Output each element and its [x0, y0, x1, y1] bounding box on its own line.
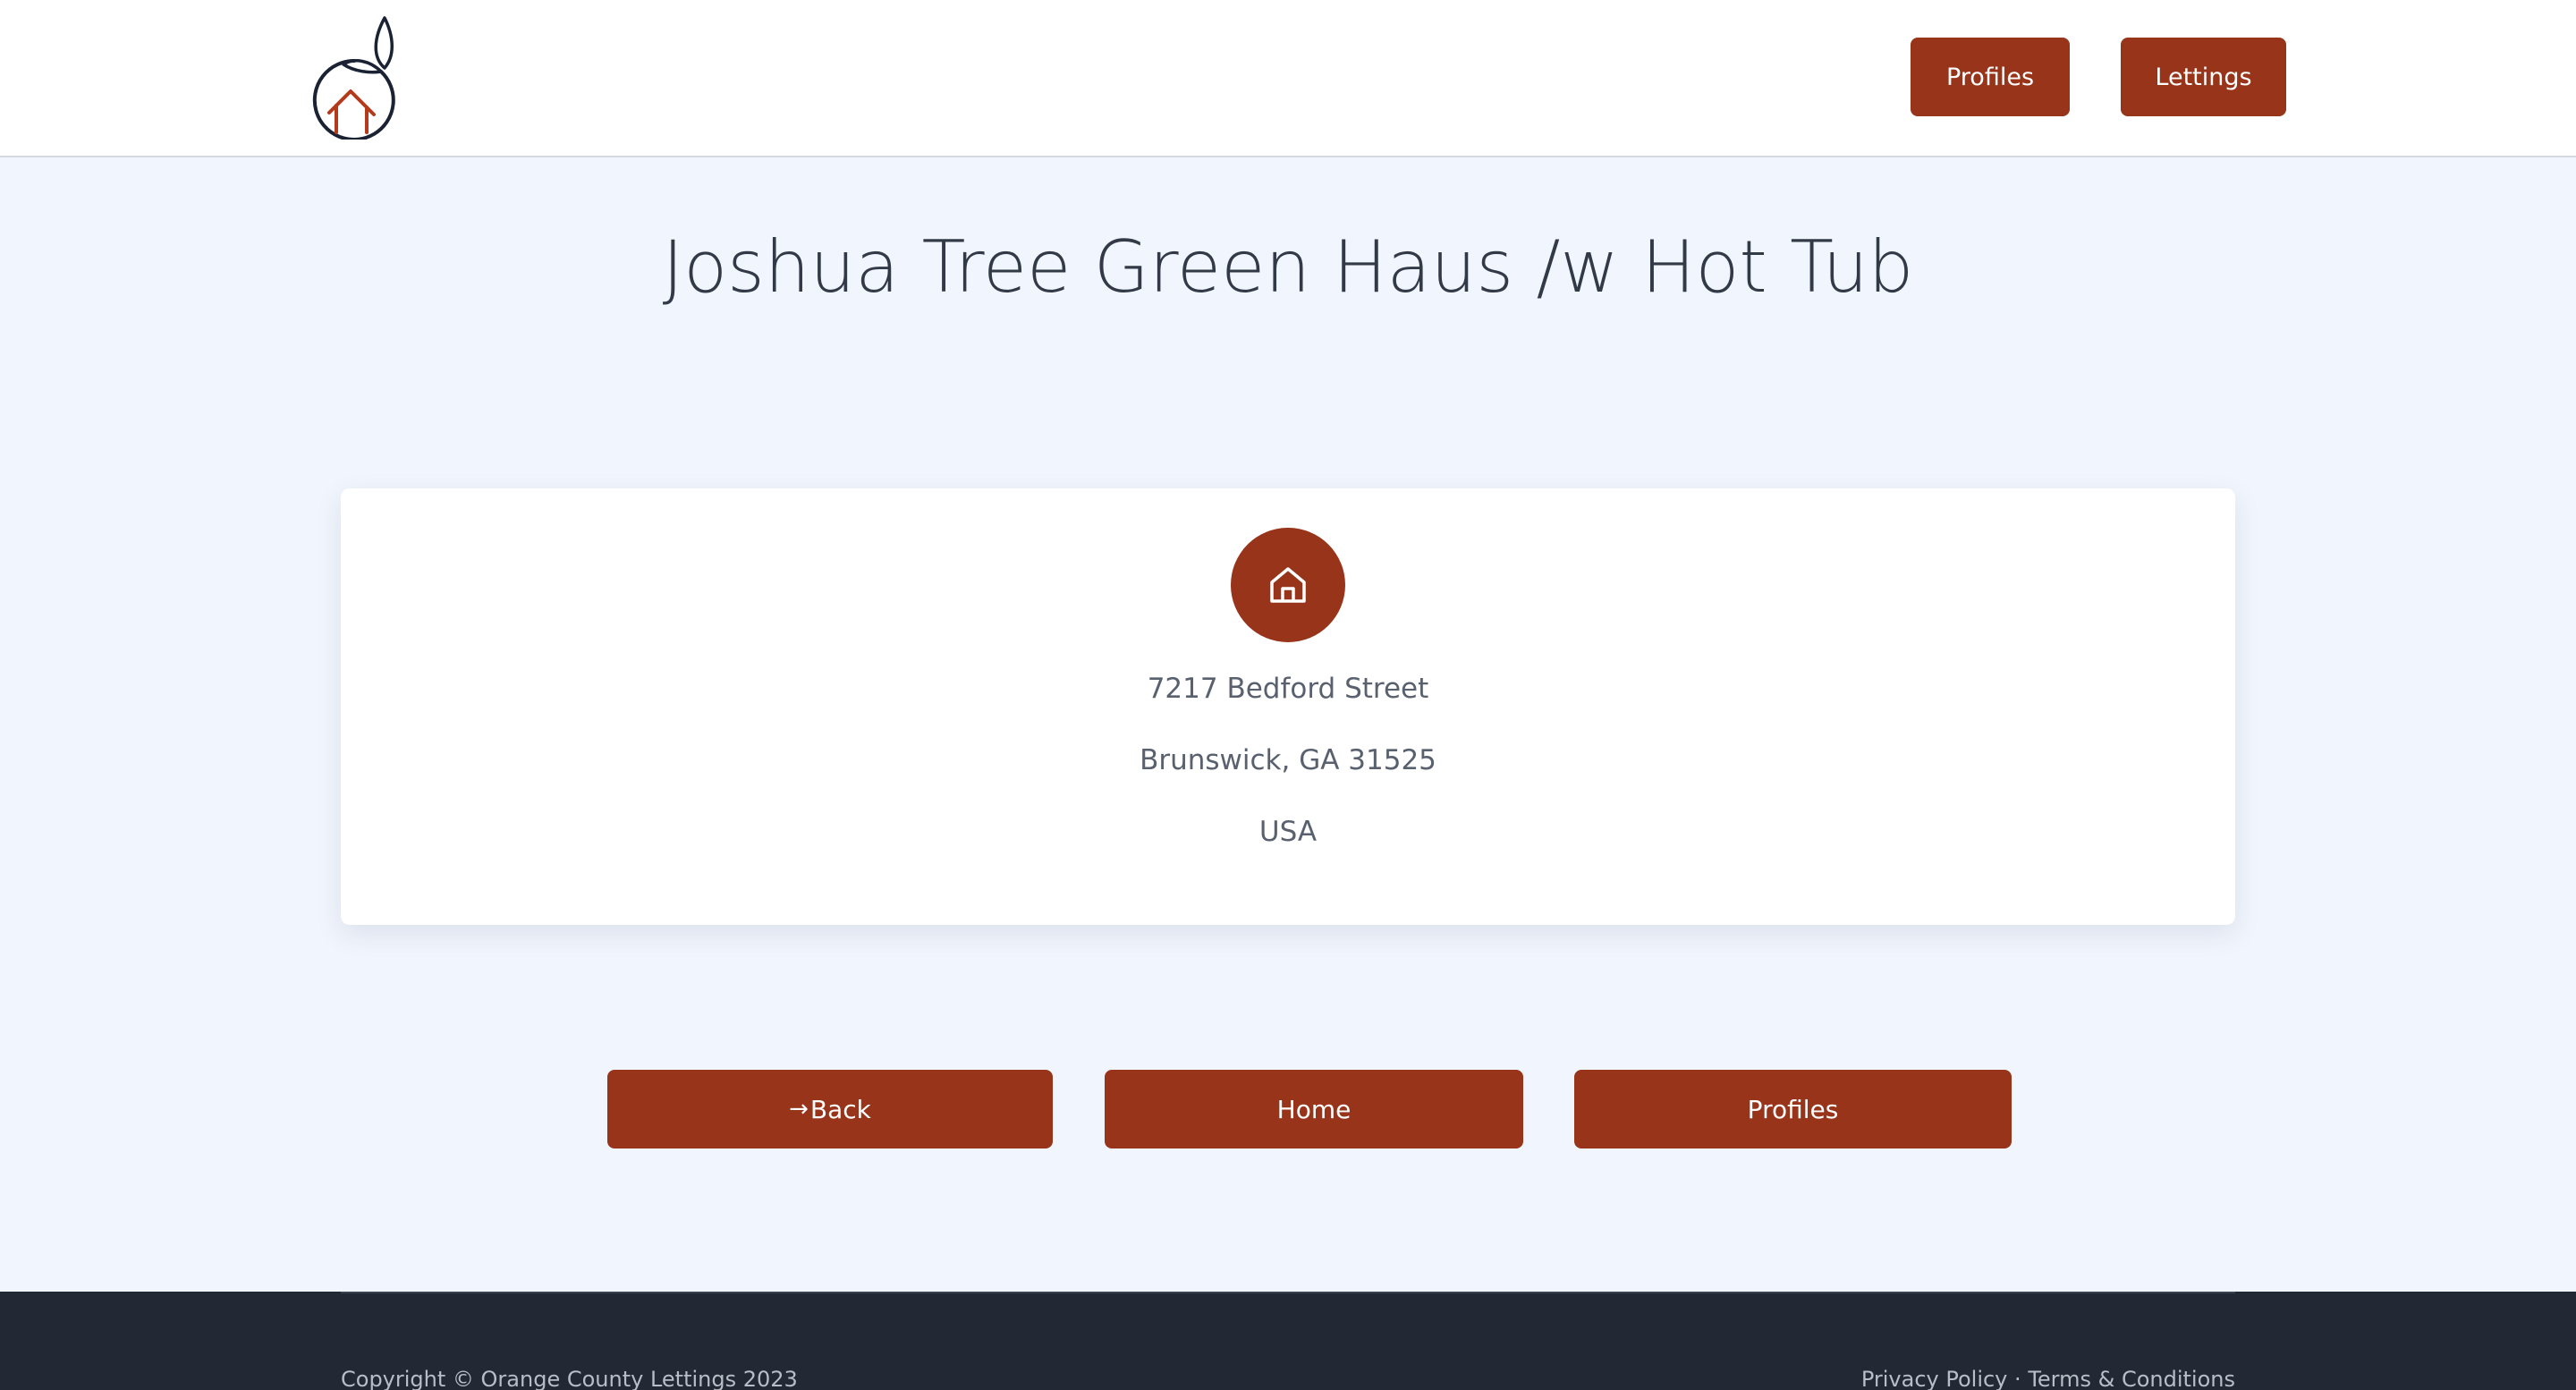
- footer-divider: [341, 1292, 2235, 1293]
- address-city-line: Brunswick, GA 31525: [1140, 744, 1436, 776]
- terms-conditions-link[interactable]: Terms & Conditions: [2028, 1367, 2235, 1390]
- nav-lettings-button[interactable]: Lettings: [2121, 38, 2286, 116]
- profiles-button[interactable]: Profiles: [1574, 1070, 2012, 1148]
- footer-links: Privacy Policy · Terms & Conditions: [1861, 1367, 2235, 1390]
- navbar: Profiles Lettings: [0, 0, 2576, 157]
- home-button[interactable]: Home: [1105, 1070, 1523, 1148]
- home-icon-badge: [1231, 528, 1345, 642]
- page-title: Joshua Tree Green Haus /w Hot Tub: [662, 225, 1914, 309]
- address-card: 7217 Bedford Street Brunswick, GA 31525 …: [341, 488, 2235, 925]
- footer-separator: ·: [2014, 1367, 2021, 1390]
- address-street: 7217 Bedford Street: [1147, 673, 1429, 705]
- footer: Copyright © Orange County Lettings 2023 …: [0, 1292, 2576, 1390]
- orange-house-logo-icon: [312, 16, 395, 141]
- arrow-right-icon: →: [789, 1096, 809, 1123]
- home-icon: [1270, 567, 1306, 603]
- address-country: USA: [1258, 816, 1318, 848]
- privacy-policy-link[interactable]: Privacy Policy: [1861, 1367, 2008, 1390]
- back-button-label: Back: [809, 1094, 871, 1124]
- back-button[interactable]: → Back: [607, 1070, 1053, 1148]
- copyright-text: Copyright © Orange County Lettings 2023: [341, 1367, 798, 1390]
- site-logo[interactable]: [308, 16, 401, 141]
- nav-profiles-button[interactable]: Profiles: [1911, 38, 2070, 116]
